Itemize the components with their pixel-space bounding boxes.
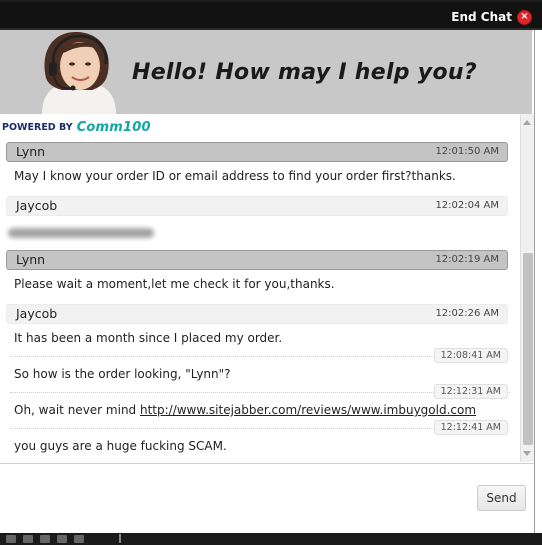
sender-name: Jaycob (16, 198, 58, 213)
window-right-border (534, 30, 542, 533)
message-time: 12:02:26 AM (435, 308, 499, 319)
agent-photo (36, 30, 122, 114)
scroll-down-arrow-icon[interactable] (523, 451, 531, 456)
review-link[interactable]: http://www.sitejabber.com/reviews/www.im… (140, 403, 476, 417)
print-icon[interactable] (40, 535, 50, 543)
sender-name: Lynn (16, 252, 46, 267)
chat-banner: Hello! How may I help you? (0, 30, 532, 114)
end-chat-button[interactable]: End Chat × (451, 9, 532, 25)
close-icon[interactable]: × (517, 9, 532, 25)
powered-by-label: POWERED BY (2, 121, 73, 133)
message-header: Jaycob 12:02:26 AM (6, 304, 508, 324)
text-cursor-icon (119, 534, 121, 543)
file-upload-icon[interactable] (74, 535, 84, 543)
comm100-logo: Comm100 (76, 119, 151, 135)
message-header: Lynn 12:01:50 AM (6, 142, 508, 162)
message-time: 12:02:19 AM (435, 254, 499, 265)
scroll-thumb[interactable] (523, 253, 533, 445)
chat-transcript: Lynn 12:01:50 AM May I know your order I… (0, 137, 520, 463)
message-text: So how is the order looking, "Lynn"? (14, 367, 231, 381)
message-text-prefix: Oh, wait never mind (14, 403, 140, 417)
message-text: Please wait a moment,let me check it for… (14, 277, 335, 291)
line-timestamp: 12:12:31 AM (433, 384, 508, 399)
scroll-up-arrow-icon[interactable] (523, 120, 531, 125)
line-timestamp: 12:08:41 AM (433, 348, 508, 363)
line-timestamp: 12:12:41 AM (433, 420, 508, 435)
message-text-with-link: Oh, wait never mind http://www.sitejabbe… (14, 403, 476, 417)
message-time: 12:02:04 AM (435, 200, 499, 211)
bottom-toolbar (0, 533, 542, 545)
sound-icon[interactable] (23, 535, 33, 543)
message-input[interactable] (0, 463, 534, 533)
powered-by-badge[interactable]: POWERED BY Comm100 (2, 119, 151, 135)
message-text: you guys are a huge fucking SCAM. (14, 439, 227, 453)
message-text: It has been a month since I placed my or… (14, 331, 283, 345)
sender-name: Lynn (16, 144, 46, 159)
send-button[interactable]: Send (477, 485, 526, 511)
sender-name: Jaycob (16, 306, 58, 321)
message-time: 12:01:50 AM (435, 146, 499, 157)
emoticon-icon[interactable] (6, 535, 16, 543)
message-text: May I know your order ID or email addres… (14, 169, 456, 183)
chat-window-titlebar: End Chat × (0, 0, 542, 30)
email-transcript-icon[interactable] (57, 535, 67, 543)
banner-greeting: Hello! How may I help you? (132, 60, 477, 85)
message-header: Lynn 12:02:19 AM (6, 250, 508, 270)
transcript-scrollbar[interactable] (520, 114, 534, 462)
redacted-message-text (8, 228, 154, 238)
message-header: Jaycob 12:02:04 AM (6, 196, 508, 216)
end-chat-label: End Chat (451, 10, 512, 24)
